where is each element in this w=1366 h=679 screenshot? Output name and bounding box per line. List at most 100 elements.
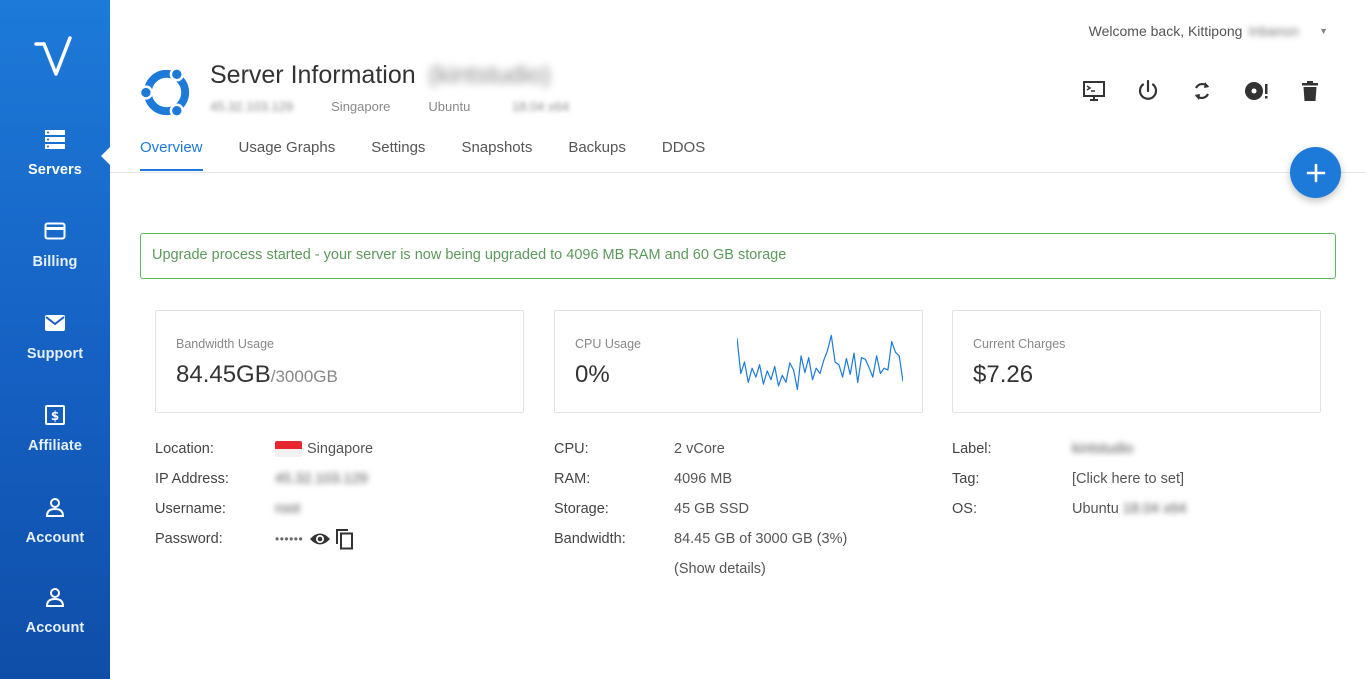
tag-label: Tag: [952,471,980,487]
card-value: $7.26 [973,361,1034,388]
password-row: Password: •••••• [155,524,373,554]
sidebar-item-label: Billing [32,254,78,270]
ram-label: RAM: [554,471,591,487]
os-value: Ubuntu 18.04 x64 [1072,501,1187,517]
tab-overview[interactable]: Overview [140,139,203,171]
sidebar-item-label: Account [25,530,85,546]
server-details-mid: CPU: 2 vCore RAM: 4096 MB Storage: 45 GB… [554,434,847,584]
password-value: •••••• [275,528,359,550]
sidebar-item-label: Account [25,620,85,636]
tab-backups[interactable]: Backups [568,139,626,171]
user-icon [45,498,65,517]
server-region: Singapore [331,99,391,114]
label-value[interactable]: kintstudio [1072,441,1133,457]
cpu-label: CPU: [554,441,589,457]
welcome-text: Welcome back, Kittipong [1088,23,1243,39]
cpu-value: 2 vCore [674,441,725,457]
svg-text:$: $ [51,409,59,423]
storage-row: Storage: 45 GB SSD [554,494,847,524]
server-os-version: 18.04 x64 [511,99,570,114]
server-actions [1082,78,1352,104]
console-icon [1083,81,1105,101]
restart-icon [1195,82,1209,100]
os-row: OS: Ubuntu 18.04 x64 [952,494,1187,524]
location-text: Singapore [307,441,374,457]
ip-value: 45.32.103.129 [275,471,368,487]
upgrade-alert: Upgrade process started - your server is… [140,233,1336,279]
storage-value: 45 GB SSD [674,501,749,517]
sidebar-item-label: Affiliate [27,438,83,454]
tag-set-link[interactable]: [Click here to set] [1072,471,1184,487]
ram-row: RAM: 4096 MB [554,464,847,494]
os-version: 18.04 x64 [1122,501,1187,517]
sidebar-item-account[interactable]: Account [0,496,110,546]
welcome-surname: Inbanon [1248,23,1300,39]
server-os-name: Ubuntu [428,99,471,114]
bandwidth-used: 84.45GB [176,361,271,388]
copy-password-button[interactable] [335,528,355,550]
os-name: Ubuntu [1072,501,1119,517]
location-label: Location: [155,441,214,457]
sidebar-item-support[interactable]: Support [0,312,110,362]
ubuntu-logo-icon [140,67,190,118]
console-button[interactable] [1082,78,1136,104]
reinstall-button[interactable] [1244,78,1298,104]
servers-icon [45,130,65,149]
card-caption: Bandwidth Usage [176,337,274,351]
label-row: Label: kintstudio [952,434,1187,464]
power-icon [1138,79,1158,100]
vultr-logo[interactable] [34,36,78,80]
ram-value: 4096 MB [674,471,733,487]
password-label: Password: [155,531,223,547]
eye-icon [310,533,331,545]
server-os: Ubuntu 18.04 x64 [428,99,607,114]
username-row: Username: root [155,494,373,524]
sidebar: Servers Billing Support $ Affiliate Acco… [0,0,110,679]
sidebar-item-billing[interactable]: Billing [0,220,110,270]
server-details-left: Location: Singapore IP Address: 45.32.10… [155,434,373,554]
show-details-link[interactable]: (Show details) [674,561,766,577]
username-label: Username: [155,501,226,517]
add-server-button[interactable] [1290,147,1341,198]
label-label: Label: [952,441,992,457]
singapore-flag-icon [275,441,302,457]
storage-label: Storage: [554,501,609,517]
credit-card-icon [44,222,66,240]
server-details-right: Label: kintstudio Tag: [Click here to se… [952,434,1187,524]
power-button[interactable] [1136,78,1190,104]
reinstall-disc-icon [1245,82,1268,100]
tab-ddos[interactable]: DDOS [662,139,705,171]
user-icon [45,588,65,607]
copy-icon [336,529,354,550]
tab-snapshots[interactable]: Snapshots [461,139,532,171]
location-value: Singapore [275,441,373,457]
sidebar-item-account-2[interactable]: Account [0,586,110,636]
bandwidth-total: /3000GB [270,367,338,386]
restart-button[interactable] [1190,78,1244,104]
ip-label: IP Address: [155,471,229,487]
user-menu[interactable]: Welcome back, Kittipong Inbanon ▼ [1089,23,1328,39]
caret-down-icon: ▼ [1319,26,1328,36]
active-indicator [101,147,110,165]
tab-settings[interactable]: Settings [371,139,425,171]
cpu-usage-card: CPU Usage 0% [554,310,923,413]
current-charges-card: Current Charges $7.26 [952,310,1321,413]
cpu-row: CPU: 2 vCore [554,434,847,464]
server-ip: 45.32.103.129 [210,99,294,114]
tab-bar: Overview Usage Graphs Settings Snapshots… [140,139,741,171]
ip-row: IP Address: 45.32.103.129 [155,464,373,494]
show-password-button[interactable] [309,531,331,547]
cpu-sparkline-line [737,334,903,391]
dollar-bill-icon: $ [45,405,65,425]
sidebar-item-label: Servers [28,162,82,178]
location-row: Location: Singapore [155,434,373,464]
tab-usage-graphs[interactable]: Usage Graphs [239,139,336,171]
trash-icon [1302,81,1318,101]
page-title: Server Information (kintstudio) [210,61,551,90]
cpu-sparkline [737,334,903,391]
envelope-icon [45,315,65,331]
delete-button[interactable] [1298,78,1352,104]
username-value: root [275,501,300,517]
sidebar-item-servers[interactable]: Servers [0,128,110,178]
sidebar-item-affiliate[interactable]: $ Affiliate [0,404,110,454]
